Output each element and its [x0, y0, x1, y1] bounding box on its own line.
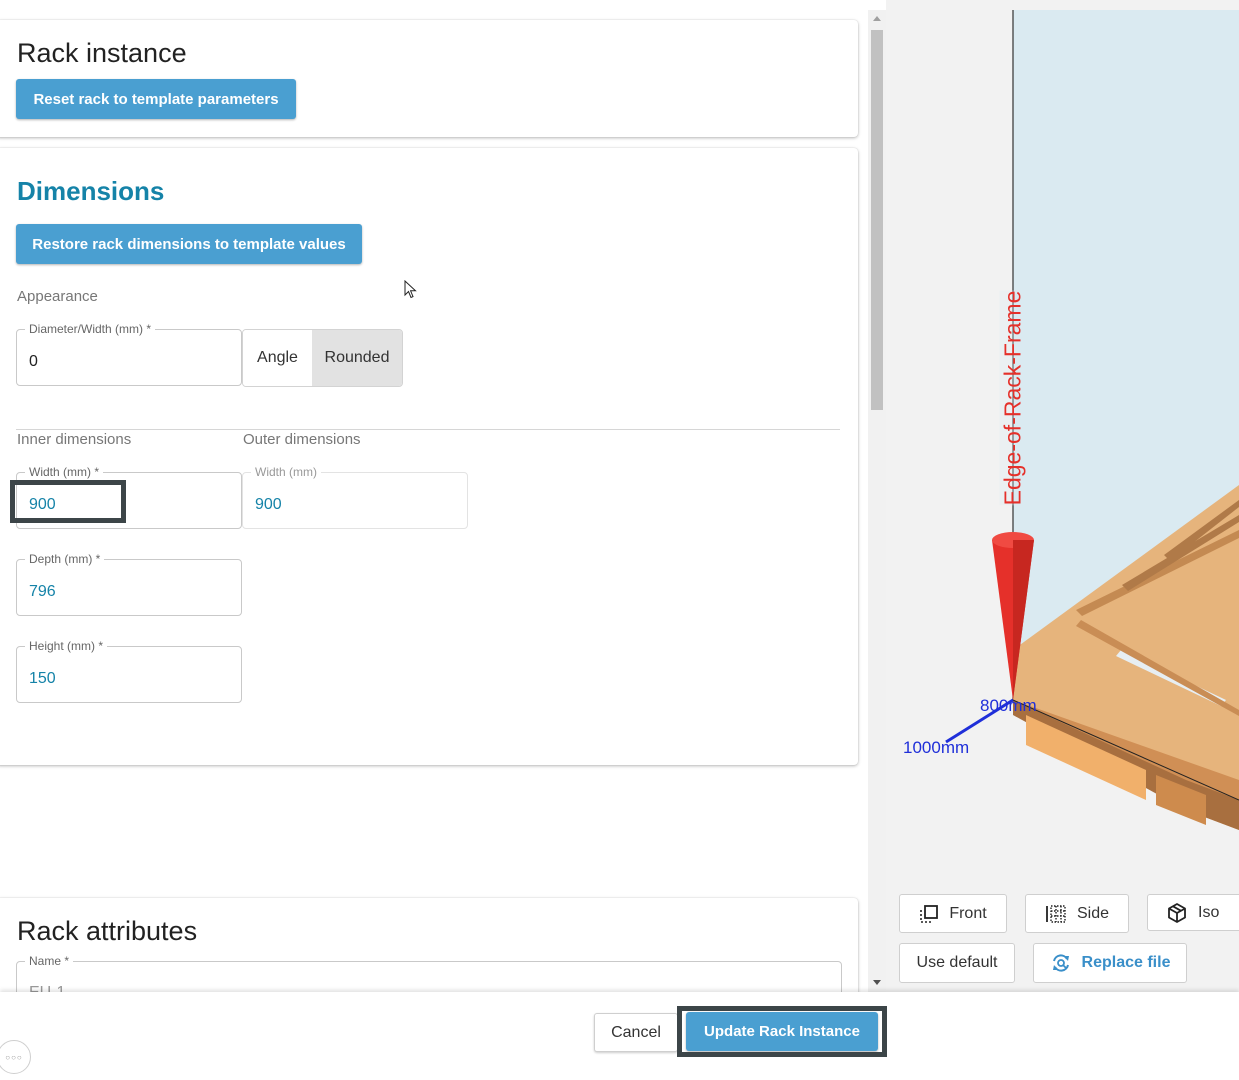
replace-file-icon: [1052, 954, 1069, 972]
iso-view-button[interactable]: Iso: [1147, 894, 1239, 931]
replace-file-button[interactable]: Replace file: [1033, 943, 1187, 983]
appearance-toggle: Angle Rounded: [242, 329, 403, 387]
dimensions-title: Dimensions: [17, 176, 165, 206]
dimension-1000-label: 1000mm: [903, 738, 970, 757]
update-button-highlight: [677, 1006, 887, 1057]
rack-attributes-card: Rack attributes Name * EU-1: [0, 898, 858, 992]
front-view-label: Front: [949, 904, 987, 922]
rack-instance-card: Rack instance Reset rack to template par…: [0, 20, 858, 137]
name-field[interactable]: Name * EU-1: [16, 954, 842, 992]
mouse-cursor-icon: [404, 280, 417, 299]
height-value: 150: [29, 670, 56, 687]
appearance-angle-option[interactable]: Angle: [243, 330, 312, 386]
appearance-rounded-option[interactable]: Rounded: [312, 330, 402, 386]
edge-of-rack-frame-label: Edge-of-Rack-Frame: [999, 290, 1027, 506]
cancel-button[interactable]: Cancel: [594, 1013, 678, 1052]
section-divider: [16, 429, 840, 430]
form-scrollbar[interactable]: [868, 10, 886, 992]
height-field[interactable]: Height (mm) * 150: [16, 639, 242, 703]
depth-field[interactable]: Depth (mm) * 796: [16, 552, 242, 616]
replace-file-label: Replace file: [1081, 954, 1171, 971]
more-options-button[interactable]: ○○○: [0, 1040, 31, 1074]
use-default-button[interactable]: Use default: [899, 943, 1015, 983]
restore-dimensions-button[interactable]: Restore rack dimensions to template valu…: [16, 224, 362, 264]
reset-rack-button[interactable]: Reset rack to template parameters: [16, 79, 296, 119]
iso-view-icon: [1168, 902, 1186, 923]
rack-instance-title: Rack instance: [17, 38, 187, 68]
appearance-label: Appearance: [17, 288, 98, 305]
inner-width-label: Width (mm) *: [25, 465, 103, 479]
diameter-width-label: Diameter/Width (mm) *: [25, 322, 156, 336]
inner-width-highlight: [10, 480, 126, 523]
name-label: Name *: [25, 954, 74, 968]
depth-label: Depth (mm) *: [25, 552, 105, 566]
model-viewer-panel: Edge-of-Rack-Frame 800mm 1000mm Front Si…: [886, 0, 1239, 994]
dimensions-card: Dimensions Restore rack dimensions to te…: [0, 148, 858, 765]
rack-attributes-title: Rack attributes: [17, 916, 198, 946]
outer-width-field: Width (mm) 900: [242, 465, 468, 529]
scroll-down-arrow-icon[interactable]: [873, 980, 881, 985]
outer-width-value: 900: [255, 496, 282, 513]
depth-value: 796: [29, 583, 56, 600]
inner-dimensions-label: Inner dimensions: [17, 431, 132, 448]
dimension-800-label: 800mm: [980, 696, 1037, 715]
scrollbar-thumb[interactable]: [871, 30, 883, 410]
model-canvas[interactable]: Edge-of-Rack-Frame 800mm 1000mm: [886, 10, 1239, 885]
outer-dimensions-label: Outer dimensions: [243, 431, 361, 448]
height-label: Height (mm) *: [25, 639, 108, 653]
side-view-icon: [1046, 904, 1066, 923]
front-view-button[interactable]: Front: [899, 894, 1007, 933]
form-scroll-area: Rack instance Reset rack to template par…: [0, 0, 868, 992]
footer-bar: ○○○ Cancel Update Rack Instance: [0, 992, 1239, 1080]
side-view-button[interactable]: Side: [1025, 894, 1129, 933]
diameter-width-value: 0: [29, 353, 38, 370]
scroll-up-arrow-icon[interactable]: [873, 16, 881, 21]
side-view-label: Side: [1076, 904, 1110, 922]
name-value: EU-1: [29, 984, 65, 992]
iso-view-label: Iso: [1198, 903, 1220, 921]
front-view-icon: [920, 904, 939, 923]
diameter-width-field[interactable]: Diameter/Width (mm) * 0: [16, 322, 242, 386]
outer-width-label: Width (mm): [251, 465, 321, 479]
